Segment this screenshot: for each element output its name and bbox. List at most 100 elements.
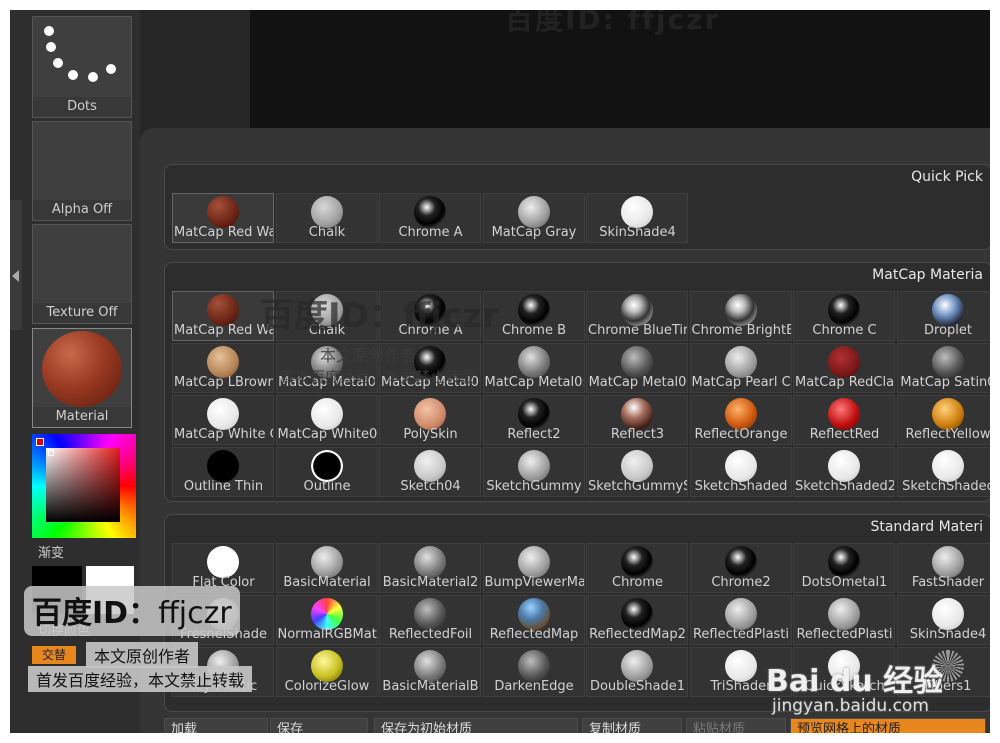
material-sphere-icon bbox=[724, 650, 757, 682]
material-sphere-icon bbox=[207, 196, 239, 228]
material-swatch[interactable]: MatCap Satin0 bbox=[896, 343, 990, 393]
material-sphere-icon bbox=[310, 450, 343, 482]
material-swatch[interactable]: MatCap Red Wa bbox=[172, 193, 274, 243]
material-swatch[interactable]: MatCap Red Wa bbox=[172, 291, 274, 341]
material-swatch[interactable]: MatCap LBrown bbox=[172, 343, 274, 393]
material-swatch[interactable]: MatCap Pearl C bbox=[689, 343, 792, 393]
material-sphere-icon bbox=[414, 650, 446, 682]
canvas-viewport[interactable]: 百度ID: ffjczr bbox=[250, 10, 990, 130]
material-swatch[interactable]: ReflectedPlasti bbox=[793, 595, 895, 645]
tray-collapse-handle[interactable] bbox=[10, 200, 22, 330]
material-swatch[interactable]: Chrome C bbox=[793, 291, 895, 341]
material-swatch[interactable]: Droplet bbox=[896, 291, 990, 341]
material-name: Chrome A bbox=[398, 225, 463, 240]
color-cursor[interactable] bbox=[36, 438, 44, 446]
material-name: SketchGummy bbox=[486, 479, 582, 494]
material-name: Droplet bbox=[924, 323, 972, 338]
material-name: SketchShadec bbox=[902, 479, 990, 494]
material-selector[interactable]: Material bbox=[32, 328, 132, 428]
material-name: MatCap Red Wa bbox=[174, 323, 273, 338]
material-swatch[interactable]: Chrome2 bbox=[689, 543, 792, 593]
material-swatch[interactable]: SketchShadec bbox=[896, 447, 990, 497]
material-sphere-icon bbox=[931, 294, 964, 326]
color-saturation-square[interactable] bbox=[46, 448, 120, 522]
material-swatch[interactable]: FastShader bbox=[896, 543, 990, 593]
stroke-selector[interactable]: Dots bbox=[32, 16, 132, 118]
material-swatch[interactable]: MatCap White0 bbox=[275, 395, 378, 445]
material-swatch[interactable]: DarkenEdge bbox=[482, 647, 585, 697]
material-name: ReflectRed bbox=[809, 427, 880, 442]
material-name: ReflectedPlasti bbox=[796, 627, 893, 642]
material-name: ReflectedMap bbox=[489, 627, 579, 642]
material-sphere-icon bbox=[828, 346, 860, 378]
load-button[interactable]: 加载 bbox=[164, 718, 268, 733]
copy-material-button[interactable]: 复制材质 bbox=[582, 718, 682, 733]
material-swatch[interactable]: ReflectYellow bbox=[896, 395, 990, 445]
preview-on-mesh-button[interactable]: 预览网格上的材质 bbox=[790, 718, 986, 733]
material-swatch[interactable]: Outline Thin bbox=[172, 447, 274, 497]
material-sphere-icon bbox=[828, 546, 860, 578]
material-sphere-icon bbox=[310, 598, 343, 630]
material-sphere-icon bbox=[517, 598, 550, 630]
material-swatch[interactable]: SkinShade4 bbox=[896, 595, 990, 645]
material-swatch[interactable]: DotsOmetal1 bbox=[793, 543, 895, 593]
material-swatch[interactable]: DoubleShade1 bbox=[586, 647, 688, 697]
color-picker[interactable] bbox=[32, 434, 136, 538]
material-swatch[interactable]: Chrome BrightE bbox=[689, 291, 792, 341]
material-swatch[interactable]: ReflectedFoil bbox=[379, 595, 481, 645]
material-name: Chrome C bbox=[812, 323, 877, 338]
texture-label: Texture Off bbox=[33, 303, 131, 323]
material-swatch[interactable]: Sketch04 bbox=[379, 447, 481, 497]
material-sphere-icon bbox=[207, 450, 239, 482]
material-name: Sketch04 bbox=[400, 479, 461, 494]
material-sphere-icon bbox=[621, 546, 653, 578]
material-swatch[interactable]: Chrome bbox=[586, 543, 688, 593]
material-swatch[interactable]: Chrome A bbox=[379, 193, 481, 243]
material-name: DoubleShade1 bbox=[589, 679, 686, 694]
material-sphere-icon bbox=[931, 450, 964, 482]
baidu-logo-watermark: Bai du 经验 bbox=[766, 664, 944, 699]
material-swatch[interactable]: SketchGummyS bbox=[586, 447, 688, 497]
material-swatch[interactable]: BasicMaterial2 bbox=[379, 543, 481, 593]
material-swatch[interactable]: BasicMaterialB bbox=[379, 647, 481, 697]
material-swatch[interactable]: Outline bbox=[275, 447, 378, 497]
bl-watermark-id-prefix: 百度ID： bbox=[32, 596, 159, 631]
material-sphere-icon bbox=[724, 398, 757, 430]
material-sphere-icon bbox=[724, 346, 757, 378]
material-sphere-icon bbox=[414, 598, 446, 630]
material-name: MatCap Gray bbox=[491, 225, 577, 240]
material-sphere-icon bbox=[828, 450, 860, 482]
material-sphere-icon bbox=[724, 546, 757, 578]
material-name: MatCap Pearl C bbox=[691, 375, 791, 390]
material-swatch[interactable]: SkinShade4 bbox=[586, 193, 688, 243]
material-swatch[interactable]: MatCap Metal0 bbox=[586, 343, 688, 393]
paste-material-button[interactable]: 粘贴材质 bbox=[686, 718, 786, 733]
material-swatch[interactable]: ReflectedMap2 bbox=[586, 595, 688, 645]
material-sphere-icon bbox=[621, 346, 653, 378]
material-swatch[interactable]: ReflectedPlasti bbox=[689, 595, 792, 645]
material-swatch[interactable]: SketchGummy bbox=[482, 447, 585, 497]
material-swatch[interactable]: Chrome BlueTir bbox=[586, 291, 688, 341]
material-name: BumpViewerMa bbox=[484, 575, 584, 590]
material-swatch[interactable]: BumpViewerMa bbox=[482, 543, 585, 593]
material-swatch[interactable]: MatCap Metal0: bbox=[482, 343, 585, 393]
material-swatch[interactable]: ReflectOrange bbox=[689, 395, 792, 445]
material-swatch[interactable]: Chalk bbox=[275, 193, 378, 243]
material-swatch[interactable]: SketchShaded bbox=[689, 447, 792, 497]
material-swatch[interactable]: ReflectRed bbox=[793, 395, 895, 445]
material-swatch[interactable]: PolySkin bbox=[379, 395, 481, 445]
material-swatch[interactable]: Reflect3 bbox=[586, 395, 688, 445]
material-swatch[interactable]: SketchShaded2 bbox=[793, 447, 895, 497]
material-swatch[interactable]: ReflectedMap bbox=[482, 595, 585, 645]
save-button[interactable]: 保存 bbox=[270, 718, 368, 733]
material-swatch[interactable]: MatCap Gray bbox=[482, 193, 585, 243]
material-swatch[interactable]: MatCap RedClay bbox=[793, 343, 895, 393]
material-swatch[interactable]: MatCap White C bbox=[172, 395, 274, 445]
alpha-selector[interactable]: Alpha Off bbox=[32, 121, 132, 221]
save-as-startup-button[interactable]: 保存为初始材质 bbox=[374, 718, 578, 733]
texture-selector[interactable]: Texture Off bbox=[32, 224, 132, 324]
material-name: Chrome2 bbox=[711, 575, 771, 590]
material-swatch[interactable]: Reflect2 bbox=[482, 395, 585, 445]
material-sphere-icon bbox=[414, 546, 446, 578]
bl-watermark-line1: 本文原创作者 bbox=[86, 642, 199, 668]
